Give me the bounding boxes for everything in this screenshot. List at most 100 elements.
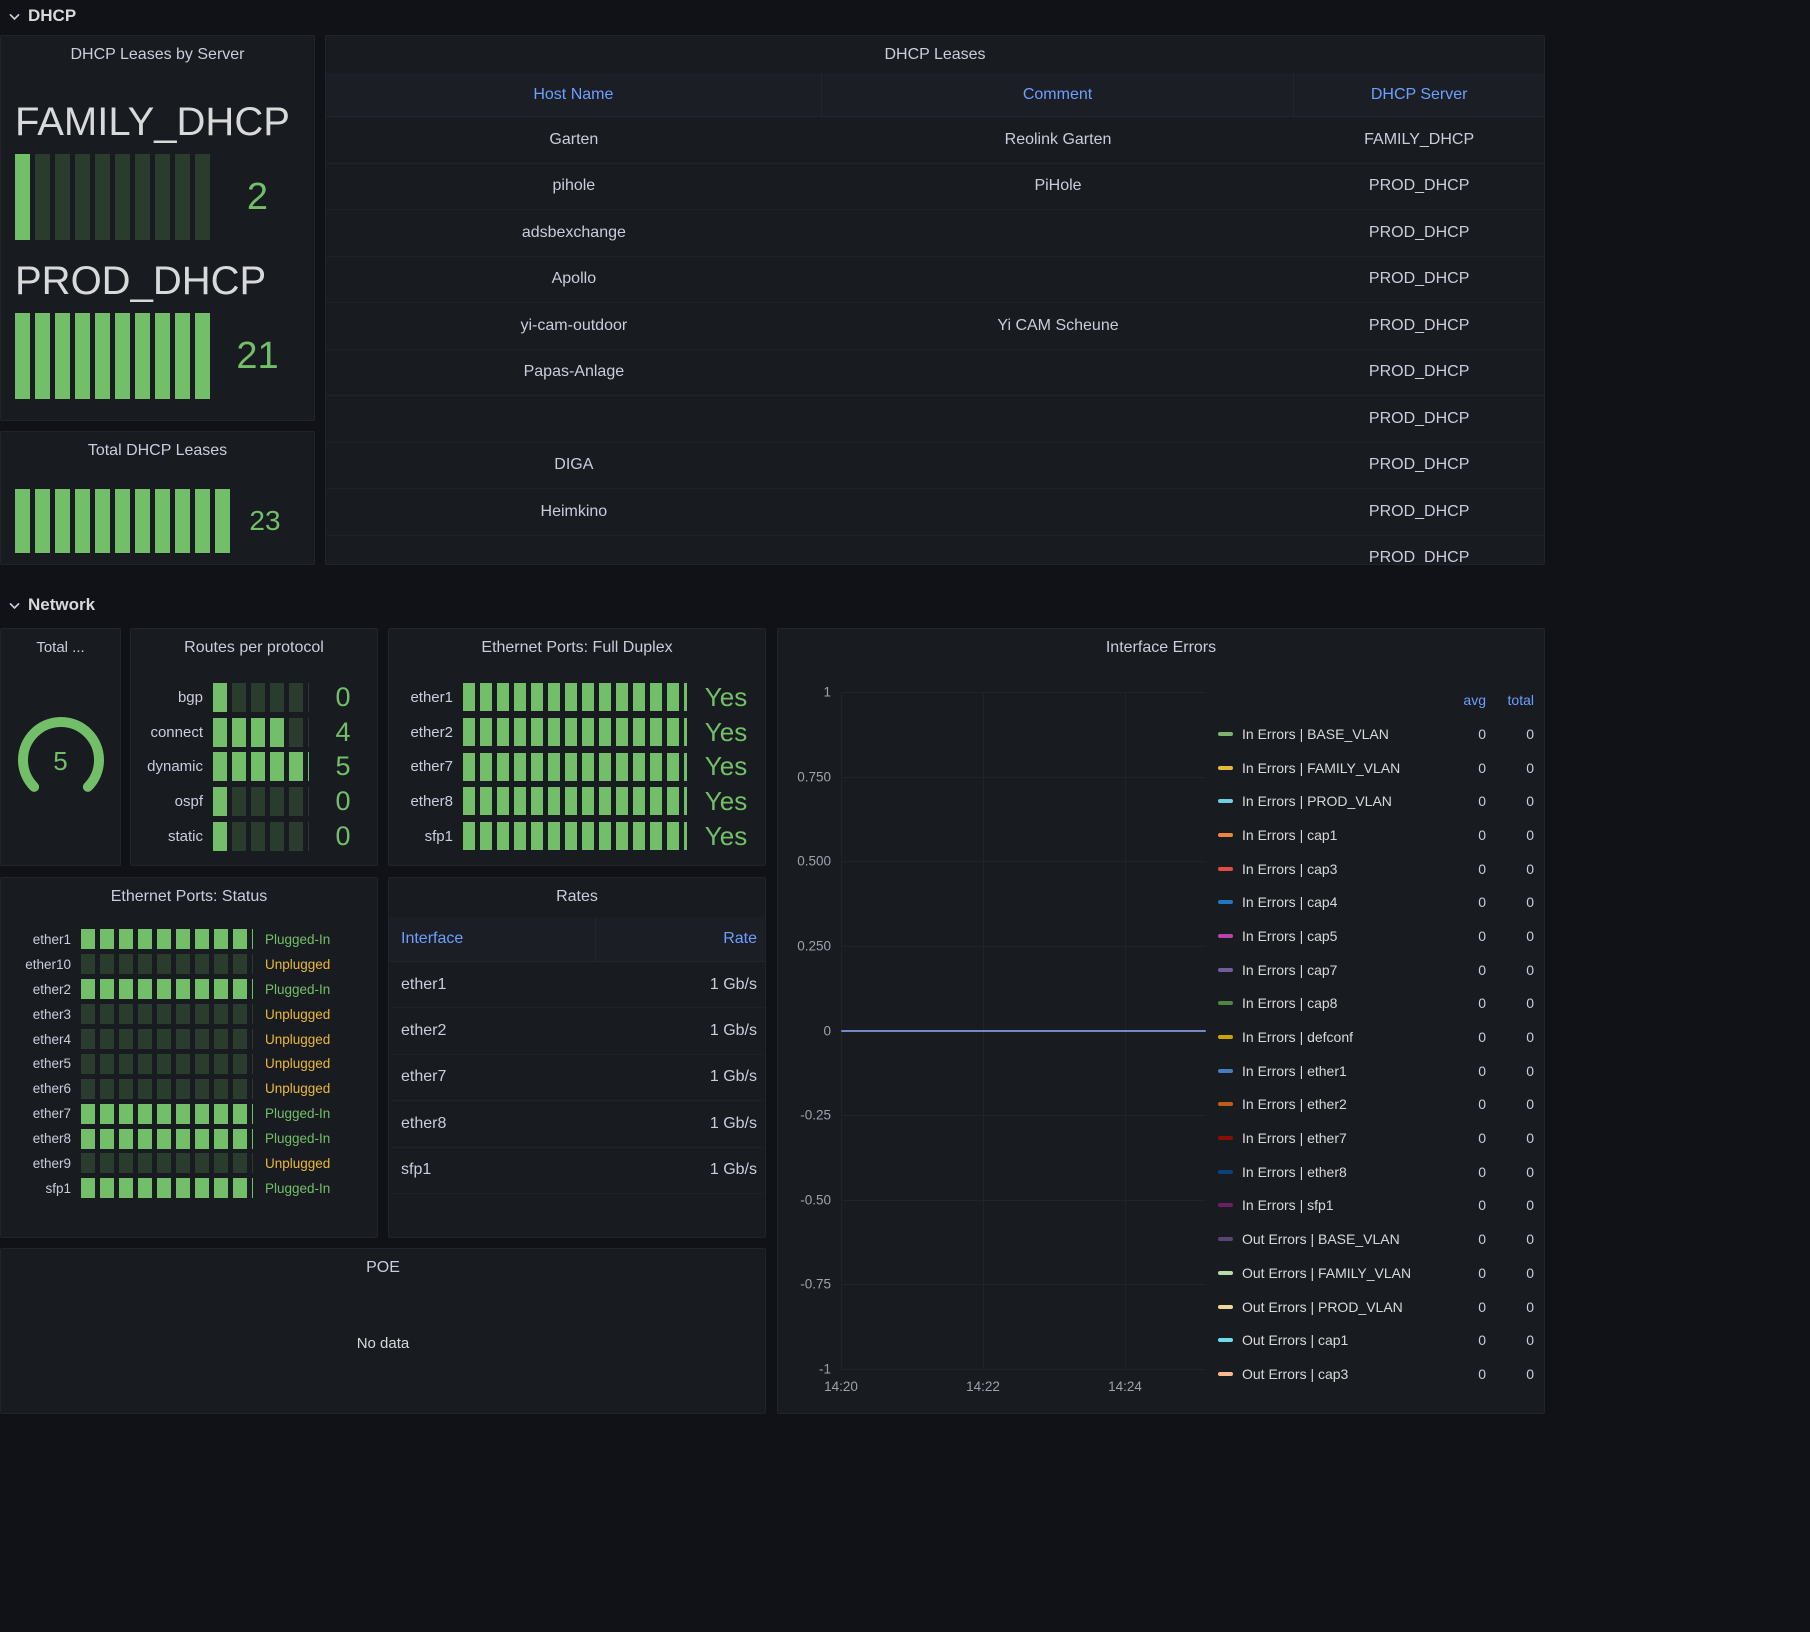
no-data-message: No data (1, 1335, 765, 1352)
x-tick: 14:20 (824, 1379, 858, 1394)
legend-item[interactable]: In Errors | cap400 (1218, 885, 1534, 919)
port-status: Unplugged (253, 1081, 330, 1096)
cell-interface: sfp1 (389, 1161, 596, 1179)
legend-item[interactable]: In Errors | cap300 (1218, 852, 1534, 886)
column-header-dhcp-server[interactable]: DHCP Server (1294, 73, 1544, 116)
series-color-swatch (1218, 1372, 1233, 1376)
series-avg: 0 (1438, 1197, 1486, 1213)
series-color-swatch (1218, 900, 1233, 904)
legend-item[interactable]: Out Errors | PROD_VLAN00 (1218, 1290, 1534, 1324)
legend-sort-total[interactable]: total (1486, 692, 1534, 708)
legend-item[interactable]: In Errors | PROD_VLAN00 (1218, 784, 1534, 818)
total-lease-count: 23 (230, 505, 300, 537)
cell-host: Papas-Anlage (326, 350, 822, 396)
legend-item[interactable]: In Errors | cap100 (1218, 818, 1534, 852)
port-status: Unplugged (253, 1056, 330, 1071)
port-status: Plugged-In (253, 1131, 330, 1146)
legend-item[interactable]: Out Errors | FAMILY_VLAN00 (1218, 1256, 1534, 1290)
column-header-comment[interactable]: Comment (822, 73, 1295, 116)
y-tick: -0.50 (800, 1192, 831, 1207)
panel-interface-errors: Interface Errors 1 0.750 0.500 0.250 0 -… (777, 628, 1545, 1414)
table-row: ether81 Gb/s (389, 1101, 765, 1147)
panel-title[interactable]: POE (1, 1249, 765, 1286)
table-row: sfp11 Gb/s (389, 1148, 765, 1194)
protocol-label: dynamic (131, 758, 213, 775)
bar-gauge (463, 683, 687, 711)
port-status: Unplugged (253, 1032, 330, 1047)
legend-item[interactable]: Out Errors | cap300 (1218, 1357, 1534, 1391)
legend-item[interactable]: In Errors | FAMILY_VLAN00 (1218, 751, 1534, 785)
cell-server: PROD_DHCP (1294, 257, 1544, 303)
panel-title[interactable]: Routes per protocol (131, 629, 377, 666)
series-color-swatch (1218, 732, 1233, 736)
duplex-value: Yes (687, 786, 765, 817)
table-row: ether71 Gb/s (389, 1055, 765, 1101)
bar-gauge (213, 787, 309, 816)
dhcp-section-toggle[interactable]: DHCP (8, 2, 76, 30)
panel-dhcp-leases-by-server: DHCP Leases by Server FAMILY_DHCP 2 PROD… (0, 35, 315, 421)
legend-item[interactable]: In Errors | cap800 (1218, 987, 1534, 1021)
column-header-interface[interactable]: Interface (389, 917, 596, 961)
port-status-row: ether4Unplugged (1, 1027, 377, 1052)
column-header-rate[interactable]: Rate (596, 917, 765, 961)
table-row: ApolloPROD_DHCP (326, 257, 1544, 304)
panel-title[interactable]: Ethernet Ports: Full Duplex (389, 629, 765, 666)
panel-title[interactable]: Interface Errors (778, 629, 1544, 666)
grafana-dashboard: DHCP DHCP Leases by Server FAMILY_DHCP 2… (0, 0, 1810, 1632)
panel-title[interactable]: DHCP Leases by Server (1, 36, 314, 73)
legend-item[interactable]: In Errors | sfp100 (1218, 1189, 1534, 1223)
cell-comment: Reolink Garten (822, 117, 1295, 163)
series-total: 0 (1486, 894, 1534, 910)
panel-title[interactable]: Total ... (1, 629, 120, 665)
port-status-row: ether5Unplugged (1, 1051, 377, 1076)
port-status: Unplugged (253, 1156, 330, 1171)
bar-gauge (81, 1079, 253, 1099)
cell-comment (822, 210, 1295, 256)
legend-item[interactable]: Out Errors | cap100 (1218, 1323, 1534, 1357)
section-title-network: Network (28, 595, 95, 615)
panel-title[interactable]: DHCP Leases (326, 36, 1544, 73)
series-color-swatch (1218, 867, 1233, 871)
route-row: bgp0 (131, 680, 377, 715)
legend-item[interactable]: In Errors | BASE_VLAN00 (1218, 717, 1534, 751)
series-avg: 0 (1438, 1299, 1486, 1315)
legend-item[interactable]: In Errors | ether700 (1218, 1121, 1534, 1155)
series-total: 0 (1486, 1265, 1534, 1281)
port-label: ether8 (389, 793, 463, 810)
legend-item[interactable]: In Errors | cap500 (1218, 919, 1534, 953)
cell-host (326, 396, 822, 442)
bar-gauge (15, 154, 215, 240)
cell-comment (822, 257, 1295, 303)
table-row: adsbexchangePROD_DHCP (326, 210, 1544, 257)
legend-item[interactable]: Out Errors | BASE_VLAN00 (1218, 1222, 1534, 1256)
series-label: In Errors | ether1 (1242, 1063, 1438, 1079)
network-section-toggle[interactable]: Network (8, 591, 95, 619)
legend-item[interactable]: In Errors | ether800 (1218, 1155, 1534, 1189)
panel-total-dhcp-leases: Total DHCP Leases 23 (0, 431, 315, 565)
panel-title[interactable]: Rates (389, 878, 765, 915)
cell-comment: Yi CAM Scheune (822, 303, 1295, 349)
series-total: 0 (1486, 827, 1534, 843)
port-label: ether8 (1, 1131, 81, 1146)
bar-gauge (81, 1029, 253, 1049)
cell-interface: ether8 (389, 1115, 596, 1133)
panel-title[interactable]: Ethernet Ports: Status (1, 878, 377, 915)
legend-item[interactable]: In Errors | ether200 (1218, 1088, 1534, 1122)
series-total: 0 (1486, 995, 1534, 1011)
cell-server: PROD_DHCP (1294, 396, 1544, 442)
port-label: ether7 (1, 1106, 81, 1121)
time-series-plot[interactable] (841, 692, 1206, 1369)
y-tick: 0.250 (797, 938, 831, 953)
legend-item[interactable]: In Errors | ether100 (1218, 1054, 1534, 1088)
column-header-host-name[interactable]: Host Name (326, 73, 822, 116)
legend-item[interactable]: In Errors | cap700 (1218, 953, 1534, 987)
panel-title[interactable]: Total DHCP Leases (1, 432, 314, 469)
cell-rate: 1 Gb/s (596, 1068, 765, 1086)
y-tick: 0 (823, 1023, 831, 1038)
legend-item[interactable]: In Errors | defconf00 (1218, 1020, 1534, 1054)
table-row: PROD_DHCP (326, 396, 1544, 443)
series-avg: 0 (1438, 1332, 1486, 1348)
series-color-swatch (1218, 1136, 1233, 1140)
series-color-swatch (1218, 1237, 1233, 1241)
legend-sort-avg[interactable]: avg (1438, 692, 1486, 708)
